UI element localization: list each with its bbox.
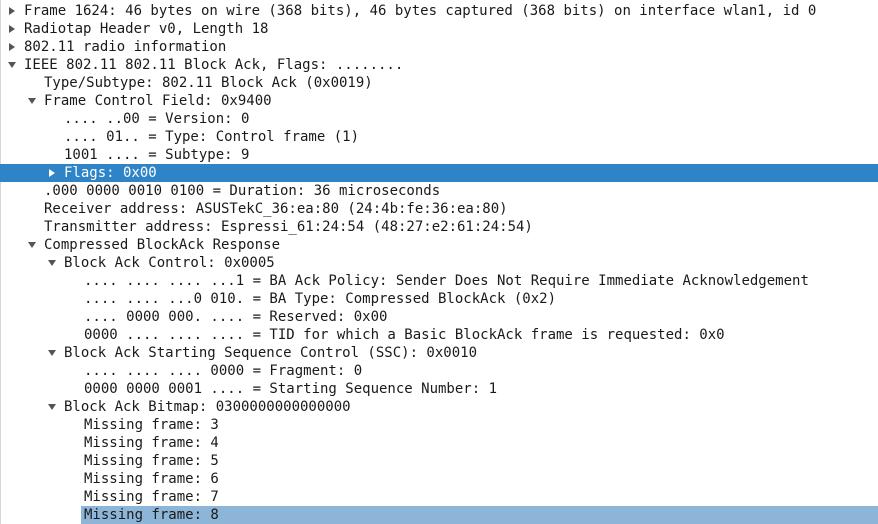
tree-row[interactable]: .000 0000 0010 0100 = Duration: 36 micro… [0, 182, 878, 200]
tree-row-label: .... .... .... 0000 = Fragment: 0 [84, 363, 363, 379]
tree-row[interactable]: .... .... ...0 010. = BA Type: Compresse… [0, 290, 878, 308]
tree-row[interactable]: .... 0000 000. .... = Reserved: 0x00 [0, 308, 878, 326]
tree-row[interactable]: Missing frame: 4 [0, 434, 878, 452]
tree-row-label: Missing frame: 5 [84, 453, 219, 469]
tree-row-label: 802.11 radio information [24, 39, 227, 55]
tree-row[interactable]: .... ..00 = Version: 0 [0, 110, 878, 128]
triangle-down-icon[interactable] [26, 236, 38, 254]
tree-row-label: Missing frame: 3 [84, 417, 219, 433]
tree-row-label: Frame Control Field: 0x9400 [44, 93, 272, 109]
packet-details-tree[interactable]: Frame 1624: 46 bytes on wire (368 bits),… [0, 2, 878, 524]
tree-row-label: .000 0000 0010 0100 = Duration: 36 micro… [44, 183, 441, 199]
triangle-down-icon[interactable] [46, 398, 58, 416]
tree-row[interactable]: Radiotap Header v0, Length 18 [0, 20, 878, 38]
tree-row-label: Missing frame: 6 [84, 471, 219, 487]
tree-row-label: .... 01.. = Type: Control frame (1) [64, 129, 360, 145]
tree-row[interactable]: Missing frame: 3 [0, 416, 878, 434]
tree-row[interactable]: IEEE 802.11 802.11 Block Ack, Flags: ...… [0, 56, 878, 74]
tree-row[interactable]: Missing frame: 8 [0, 506, 878, 524]
triangle-right-icon[interactable] [6, 38, 18, 56]
tree-row-label: Missing frame: 8 [84, 507, 219, 523]
tree-row-label: 0000 0000 0001 .... = Starting Sequence … [84, 381, 498, 397]
tree-row[interactable]: 0000 .... .... .... = TID for which a Ba… [0, 326, 878, 344]
tree-row[interactable]: .... .... .... ...1 = BA Ack Policy: Sen… [0, 272, 878, 290]
tree-row-label: Block Ack Control: 0x0005 [64, 255, 275, 271]
triangle-right-icon[interactable] [6, 2, 18, 20]
tree-row[interactable]: 802.11 radio information [0, 38, 878, 56]
tree-row[interactable]: Missing frame: 5 [0, 452, 878, 470]
tree-row[interactable]: Block Ack Bitmap: 0300000000000000 [0, 398, 878, 416]
tree-row-label: .... ..00 = Version: 0 [64, 111, 250, 127]
tree-row[interactable]: 0000 0000 0001 .... = Starting Sequence … [0, 380, 878, 398]
tree-row-label: Block Ack Bitmap: 0300000000000000 [64, 399, 351, 415]
tree-row[interactable]: Type/Subtype: 802.11 Block Ack (0x0019) [0, 74, 878, 92]
tree-row-label: Type/Subtype: 802.11 Block Ack (0x0019) [44, 75, 373, 91]
tree-row-label: .... .... .... ...1 = BA Ack Policy: Sen… [84, 273, 809, 289]
triangle-down-icon[interactable] [6, 56, 18, 74]
tree-row-label: Missing frame: 4 [84, 435, 219, 451]
tree-row[interactable]: 1001 .... = Subtype: 9 [0, 146, 878, 164]
tree-row-label: .... 0000 000. .... = Reserved: 0x00 [84, 309, 388, 325]
tree-row-label: Block Ack Starting Sequence Control (SSC… [64, 345, 478, 361]
tree-row-label: Compressed BlockAck Response [44, 237, 281, 253]
tree-row[interactable]: .... .... .... 0000 = Fragment: 0 [0, 362, 878, 380]
tree-row[interactable]: Block Ack Control: 0x0005 [0, 254, 878, 272]
tree-row[interactable]: Block Ack Starting Sequence Control (SSC… [0, 344, 878, 362]
tree-row-label: 0000 .... .... .... = TID for which a Ba… [84, 327, 725, 343]
tree-row-label: 1001 .... = Subtype: 9 [64, 147, 250, 163]
tree-row-label: Receiver address: ASUSTekC_36:ea:80 (24:… [44, 201, 508, 217]
tree-row[interactable]: Frame 1624: 46 bytes on wire (368 bits),… [0, 2, 878, 20]
tree-row[interactable]: Receiver address: ASUSTekC_36:ea:80 (24:… [0, 200, 878, 218]
tree-row-label: IEEE 802.11 802.11 Block Ack, Flags: ...… [24, 57, 404, 73]
tree-row[interactable]: Missing frame: 6 [0, 470, 878, 488]
tree-row[interactable]: Frame Control Field: 0x9400 [0, 92, 878, 110]
tree-row-label: Radiotap Header v0, Length 18 [24, 21, 269, 37]
tree-row[interactable]: Transmitter address: Espressi_61:24:54 (… [0, 218, 878, 236]
triangle-right-icon[interactable] [6, 20, 18, 38]
tree-row-label: Frame 1624: 46 bytes on wire (368 bits),… [24, 3, 817, 19]
triangle-right-icon[interactable] [46, 164, 58, 182]
triangle-down-icon[interactable] [46, 344, 58, 362]
tree-row-label: Missing frame: 7 [84, 489, 219, 505]
triangle-down-icon[interactable] [26, 92, 38, 110]
tree-row-label: Flags: 0x00 [64, 165, 157, 181]
triangle-down-icon[interactable] [46, 254, 58, 272]
tree-row[interactable]: .... 01.. = Type: Control frame (1) [0, 128, 878, 146]
tree-row[interactable]: Flags: 0x00 [0, 164, 878, 182]
tree-row[interactable]: Compressed BlockAck Response [0, 236, 878, 254]
tree-row[interactable]: Missing frame: 7 [0, 488, 878, 506]
tree-row-label: .... .... ...0 010. = BA Type: Compresse… [84, 291, 557, 307]
tree-row-label: Transmitter address: Espressi_61:24:54 (… [44, 219, 533, 235]
